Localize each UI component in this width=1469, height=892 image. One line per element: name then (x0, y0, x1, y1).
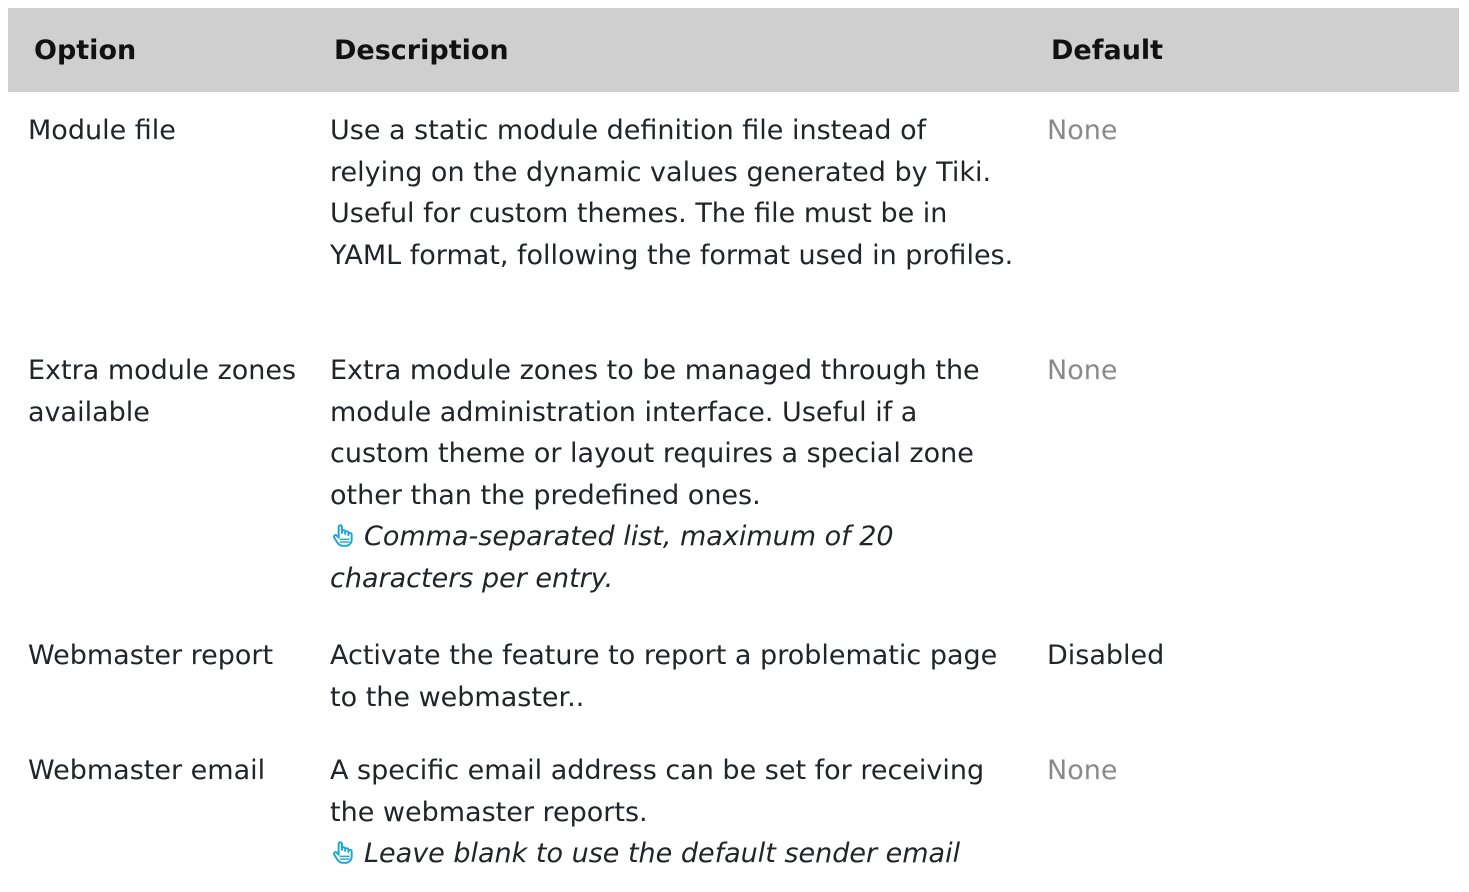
option-note-text: Leave blank to use the default sender em… (364, 838, 961, 869)
option-description-block: A specific email address can be set for … (330, 750, 1020, 875)
option-name: Module file (28, 115, 176, 146)
option-name: Webmaster report (28, 640, 274, 671)
pointing-hand-icon (333, 841, 353, 864)
pointing-hand-icon (333, 524, 353, 547)
option-default: Disabled (1047, 640, 1165, 671)
option-description: A specific email address can be set for … (330, 755, 985, 828)
column-header-option: Option (34, 34, 137, 66)
option-name: Extra module zones available (28, 355, 297, 428)
option-description-block: Extra module zones to be managed through… (330, 350, 1020, 599)
table-row: Webmaster report Activate the feature to… (8, 617, 1459, 732)
table-row: Module file Use a static module definiti… (8, 92, 1459, 332)
column-header-default: Default (1051, 34, 1164, 66)
option-note: Comma-separated list, maximum of 20 char… (330, 516, 1020, 599)
table-row: Webmaster email A specific email address… (8, 732, 1459, 892)
option-default: None (1047, 355, 1118, 386)
option-note: Leave blank to use the default sender em… (330, 833, 1020, 875)
option-note-text: Comma-separated list, maximum of 20 char… (330, 521, 894, 594)
option-default: None (1047, 755, 1118, 786)
table-header: Option Description Default (8, 8, 1459, 92)
preferences-table: Option Description Default Module file U… (8, 8, 1459, 892)
option-description: Activate the feature to report a problem… (330, 640, 998, 713)
option-name: Webmaster email (28, 755, 266, 786)
option-description: Use a static module definition file inst… (330, 115, 1014, 271)
option-default: None (1047, 115, 1118, 146)
column-header-description: Description (334, 34, 509, 66)
option-description: Extra module zones to be managed through… (330, 355, 980, 511)
table-row: Extra module zones available Extra modul… (8, 332, 1459, 617)
